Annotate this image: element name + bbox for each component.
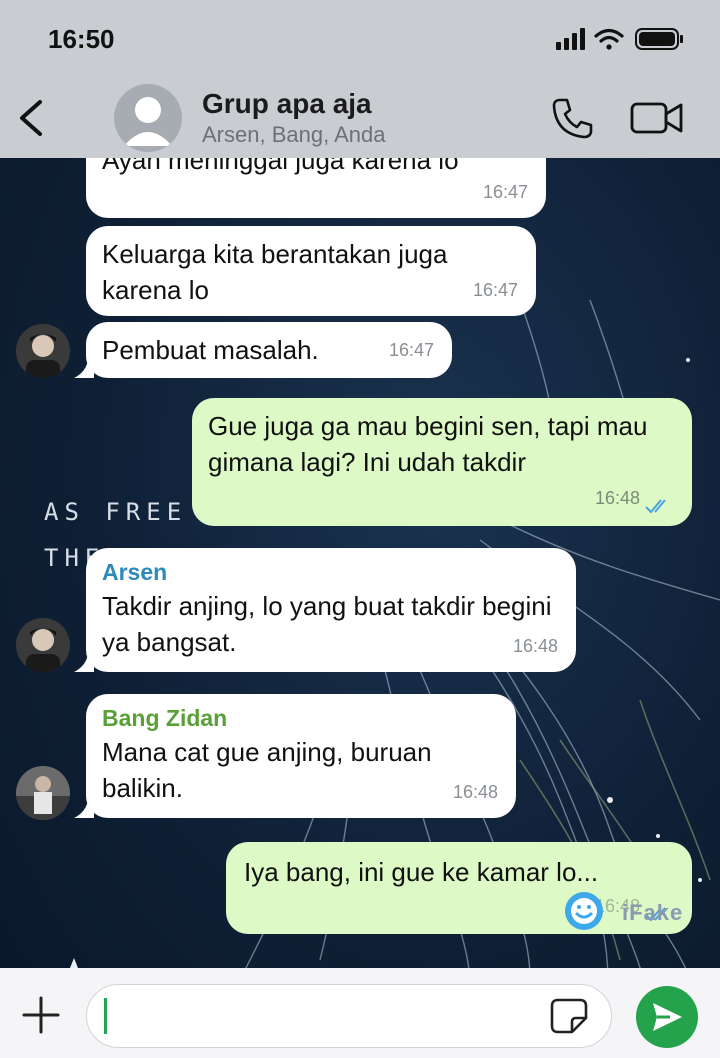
sticker-icon[interactable] <box>550 998 588 1034</box>
chat-title[interactable]: Grup apa aja <box>202 88 372 120</box>
send-icon <box>653 1003 682 1031</box>
message-time: 16:47 <box>388 340 434 360</box>
message-time: 16:48 <box>452 782 498 802</box>
bubble-tail <box>74 360 94 378</box>
text-caret <box>104 998 107 1034</box>
avatar[interactable] <box>16 618 70 672</box>
message-time: 16:47 <box>482 182 528 202</box>
sender-name[interactable]: Bang Zidan <box>102 702 500 734</box>
message-bubble-incoming[interactable]: Bang Zidan Mana cat gue anjing, buruan b… <box>86 694 516 818</box>
message-text: Keluarga kita berantakan juga karena lo <box>102 239 448 305</box>
message-bubble-incoming[interactable]: Arsen Takdir anjing, lo yang buat takdir… <box>86 548 576 672</box>
status-time: 16:50 <box>48 24 115 54</box>
message-input[interactable] <box>86 984 612 1048</box>
message-time: 16:47 <box>472 280 518 300</box>
send-button[interactable] <box>636 986 698 1048</box>
message-time: 16:48 <box>512 636 558 656</box>
video-camera-icon[interactable] <box>630 98 684 138</box>
sender-name[interactable]: Arsen <box>102 556 560 588</box>
battery-icon <box>635 28 683 50</box>
message-bubble-incoming[interactable]: Keluarga kita berantakan juga karena lo … <box>86 226 536 316</box>
chat-header: 16:50 Grup apa aja Arsen, Bang, Anda <box>0 0 720 158</box>
avatar[interactable] <box>16 324 70 378</box>
message-bubble-incoming[interactable]: Pembuat masalah. 16:47 <box>86 322 452 378</box>
message-text: Pembuat masalah. <box>102 335 319 365</box>
phone-icon[interactable] <box>550 96 594 140</box>
message-text: Mana cat gue anjing, buruan balikin. <box>102 737 432 803</box>
wallpaper-text-1: AS FREE <box>44 498 188 526</box>
message-time: 16:48 <box>594 488 640 508</box>
message-text: Iya bang, ini gue ke kamar lo... <box>244 857 599 887</box>
bubble-tail <box>74 800 94 818</box>
bubble-tail <box>74 654 94 672</box>
group-avatar[interactable] <box>114 84 182 152</box>
ifake-logo-icon <box>565 892 603 930</box>
message-bubble-outgoing[interactable]: Gue juga ga mau begini sen, tapi mau gim… <box>192 398 692 526</box>
status-icons <box>556 28 683 50</box>
signal-icon <box>556 28 585 50</box>
wifi-icon <box>594 28 624 43</box>
message-text: Gue juga ga mau begini sen, tapi mau gim… <box>208 411 648 477</box>
plus-icon[interactable] <box>22 996 60 1034</box>
avatar[interactable] <box>16 766 70 820</box>
watermark-text: iFake <box>622 900 684 925</box>
read-ticks-icon <box>645 499 666 514</box>
chevron-left-icon[interactable] <box>14 96 54 140</box>
chat-participants[interactable]: Arsen, Bang, Anda <box>202 122 385 148</box>
message-text: Takdir anjing, lo yang buat takdir begin… <box>102 591 552 657</box>
